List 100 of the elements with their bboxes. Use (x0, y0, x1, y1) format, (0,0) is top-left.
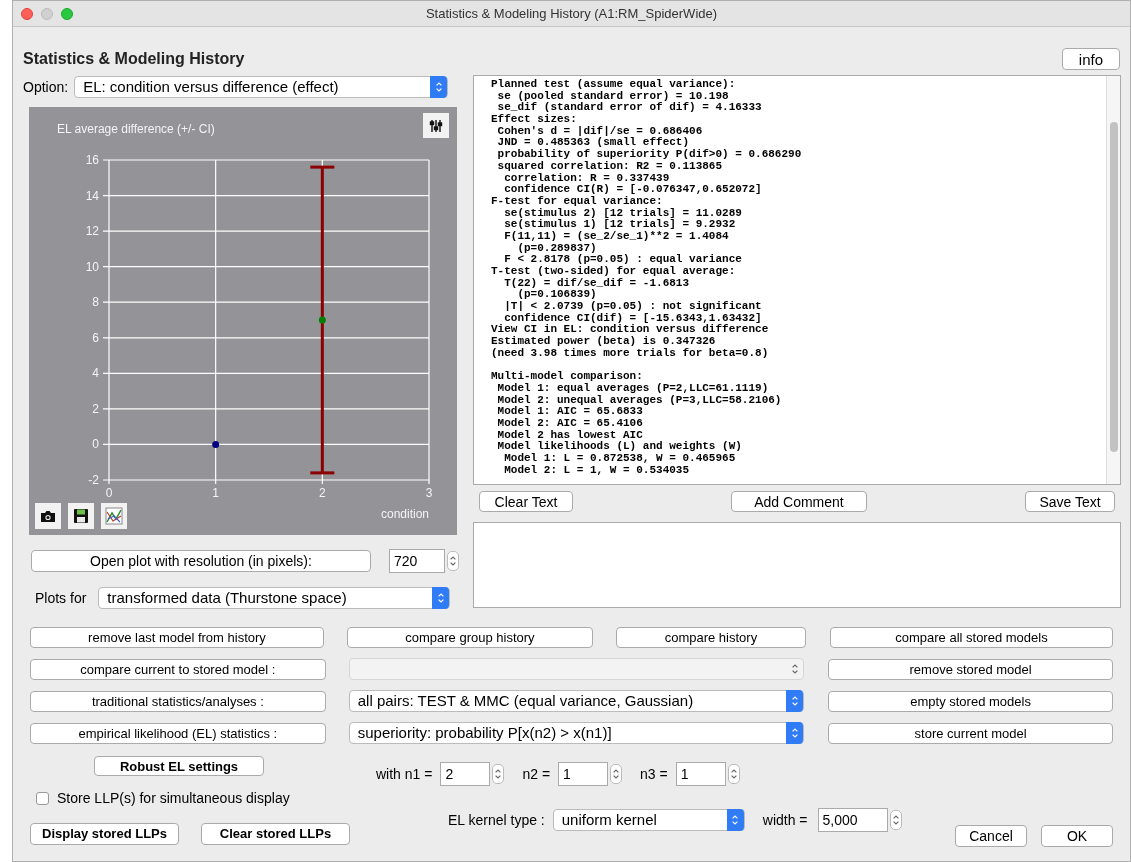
number-field[interactable]: 1 (675, 762, 726, 786)
scrollbar[interactable] (1106, 76, 1120, 484)
output-line: squared correlation: R2 = 0.113865 (496, 160, 724, 173)
output-line: |T| < 2.0739 (p=0.05) : not significant (503, 301, 763, 313)
output-line: Model likelihoods (L) and weights (W) (496, 441, 743, 453)
plots-for-label: Plots for (35, 588, 87, 608)
dialog-button[interactable]: OK (1041, 825, 1113, 847)
axis-tick-label: 12 (85, 224, 99, 239)
output-line: (need 3.98 times more trials for beta=0.8) (491, 347, 770, 360)
output-line: Estimated power (beta) is 0.347326 (491, 336, 717, 348)
text-button[interactable]: Clear Text (479, 491, 573, 512)
action-button[interactable]: empty stored models (828, 690, 1113, 712)
stepper-icon[interactable] (492, 764, 505, 784)
action-button[interactable]: empirical likelihood (EL) statistics : (30, 722, 326, 744)
dropdown[interactable]: transformed data (Thurstone space) (98, 587, 451, 609)
action-button[interactable]: remove stored model (828, 658, 1113, 680)
open-plot-button[interactable]: Open plot with resolution (in pixels): (31, 550, 371, 572)
axis-tick-label: 2 (319, 486, 326, 500)
axis-tick-label: 10 (85, 259, 99, 274)
number-field[interactable]: 5,000 (817, 808, 888, 832)
info-button[interactable]: info (1061, 48, 1120, 70)
action-button[interactable]: compare history (615, 627, 806, 648)
number-field[interactable]: 2 (440, 762, 491, 786)
robust-settings-button[interactable]: Robust EL settings (94, 756, 264, 776)
output-line: correlation: R = 0.337439 (503, 172, 671, 184)
chart-icon[interactable] (101, 503, 127, 529)
action-button[interactable]: remove last model from history (30, 627, 324, 648)
window-title: Statistics & Modeling History (A1:RM_SpiderWide) (424, 4, 719, 23)
stepper-icon[interactable] (610, 764, 623, 784)
action-button[interactable]: compare all stored models (829, 627, 1113, 648)
stepper-icon (430, 76, 448, 98)
output-line: se(stimulus 2) [12 trials] = 11.0289 (503, 207, 743, 219)
output-text-area[interactable] (473, 75, 1121, 485)
stepper-icon[interactable] (889, 810, 902, 830)
axis-tick-label: 0 (105, 486, 113, 500)
axis-label: condition (380, 507, 429, 521)
output-line: F(11,11) = (se_2/se_1)**2 = 1.4084 (503, 230, 730, 243)
axis-tick-label: -2 (88, 473, 99, 487)
output-line: Model 2: AIC = 65.4106 (496, 417, 644, 430)
dropdown[interactable]: superiority: probability P[x(n2) > x(n1)] (348, 722, 805, 744)
action-button[interactable]: compare current to stored model : (30, 658, 326, 680)
number-field[interactable]: 720 (389, 549, 445, 573)
stepper-icon (786, 690, 804, 712)
axis-tick-label: 14 (85, 188, 99, 203)
camera-icon[interactable] (35, 503, 61, 529)
checkbox[interactable] (36, 792, 49, 805)
llp-button[interactable]: Clear stored LLPs (201, 823, 350, 845)
number-field[interactable]: 1 (558, 762, 609, 786)
kernel-type-label: EL kernel type : (448, 810, 545, 830)
output-line: se(stimulus 1) [12 trials] = 9.2932 (503, 219, 737, 231)
settings-icon[interactable] (423, 113, 449, 138)
stepper-icon[interactable] (727, 764, 740, 784)
output-line: Model 2 has lowest AIC (496, 429, 644, 441)
output-line: T(22) = dif/se_dif = -1.6813 (503, 277, 691, 289)
stepper-icon (432, 587, 450, 609)
stepper-icon (786, 722, 804, 744)
dialog-heading: Statistics & Modeling History (23, 49, 245, 69)
text-button[interactable]: Save Text (1025, 491, 1115, 512)
text-button[interactable]: Add Comment (731, 491, 867, 512)
output-line: Multi-model comparison: (491, 371, 644, 383)
output-line: Model 1: equal averages (P=2,LLC=61.1119) (496, 382, 770, 395)
dropdown[interactable]: EL: condition versus difference (effect) (74, 76, 449, 98)
output-line: se_dif (standard error of dif) = 4.16333 (496, 102, 763, 114)
output-line: Planned test (assume equal variance): (491, 79, 737, 91)
output-line: se (pooled standard error) = 10.198 (496, 90, 730, 102)
action-button[interactable]: compare group history (346, 627, 593, 648)
dropdown[interactable]: uniform kernel (552, 809, 745, 831)
index-label: n3 = (640, 764, 668, 784)
axis-tick-label: 4 (92, 366, 99, 381)
close-icon[interactable] (21, 7, 33, 20)
output-line: (p=0.106839) (516, 289, 598, 301)
chart-title: EL average difference (+/- CI) (57, 122, 215, 136)
output-line: Effect sizes: (491, 114, 578, 126)
output-line: JND = 0.485363 (small effect) (496, 137, 691, 149)
action-button[interactable]: store current model (828, 722, 1113, 744)
save-icon[interactable] (68, 503, 94, 529)
output-line: (p=0.289837) (516, 242, 598, 254)
axis-tick-label: 3 (425, 486, 433, 500)
output-line: Model 2: L = 1, W = 0.534035 (503, 464, 691, 477)
axis-tick-label: 1 (212, 486, 219, 500)
axis-tick-label: 6 (92, 330, 99, 345)
axis-tick-label: 8 (92, 295, 99, 310)
comment-field[interactable] (473, 522, 1121, 608)
output-line: probability of superiority P(dif>0) = 0.686290 (496, 149, 803, 161)
output-line: Model 1: L = 0.872538, W = 0.465965 (503, 453, 737, 465)
axis-tick-label: 16 (85, 153, 99, 167)
output-line: confidence CI(R) = [-0.076347,0.652072] (503, 184, 763, 196)
output-line: confidence CI(dif) = [-15.6343,1.63432] (503, 312, 763, 324)
output-line: Cohen's d = |dif|/se = 0.686406 (496, 125, 704, 138)
axis-tick-label: 0 (92, 437, 99, 452)
index-label: with n1 = (376, 764, 433, 784)
dialog-button[interactable]: Cancel (955, 825, 1027, 847)
llp-button[interactable]: Display stored LLPs (30, 823, 179, 845)
output-line: F < 2.8178 (p=0.05) : equal variance (503, 254, 743, 266)
dropdown[interactable]: all pairs: TEST & MMC (equal variance, Gaussian) (348, 690, 805, 712)
checkbox-label: Store LLP(s) for simultaneous display (57, 789, 290, 808)
action-button[interactable]: traditional statistics/analyses : (30, 690, 326, 712)
option-label: Option: (23, 77, 69, 97)
stepper-icon[interactable] (447, 551, 459, 571)
output-line: Model 2: unequal averages (P=3,LLC=58.2106) (496, 394, 783, 406)
